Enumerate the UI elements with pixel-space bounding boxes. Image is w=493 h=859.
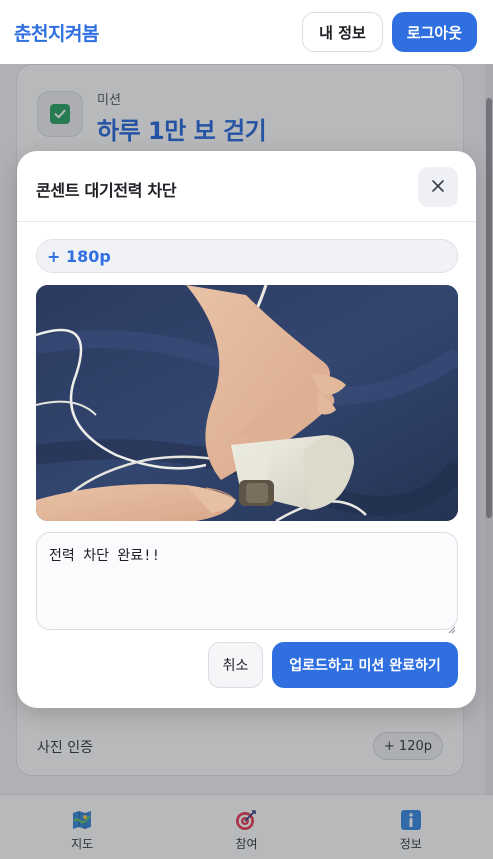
header-actions: 내 정보 로그아웃 bbox=[302, 12, 477, 52]
close-icon bbox=[431, 179, 445, 196]
modal-header: 콘센트 대기전력 차단 bbox=[17, 151, 476, 222]
mission-upload-modal: 콘센트 대기전력 차단 + 180p 전력 차단 완료!! 취소 업로드하고 미… bbox=[17, 151, 476, 708]
cancel-button[interactable]: 취소 bbox=[208, 642, 263, 688]
resize-handle-icon[interactable] bbox=[448, 619, 456, 634]
brand-logo[interactable]: 춘천지켜봄 bbox=[14, 19, 99, 46]
upload-complete-button[interactable]: 업로드하고 미션 완료하기 bbox=[272, 642, 458, 688]
points-reward: + 180p bbox=[36, 239, 458, 273]
logout-button[interactable]: 로그아웃 bbox=[391, 12, 477, 52]
uploaded-photo[interactable] bbox=[36, 285, 458, 521]
profile-button[interactable]: 내 정보 bbox=[302, 12, 383, 52]
app-header: 춘천지켜봄 내 정보 로그아웃 bbox=[0, 0, 493, 64]
memo-textarea[interactable]: 전력 차단 완료!! bbox=[36, 532, 458, 630]
modal-close-button[interactable] bbox=[418, 167, 458, 207]
modal-title: 콘센트 대기전력 차단 bbox=[36, 181, 177, 200]
